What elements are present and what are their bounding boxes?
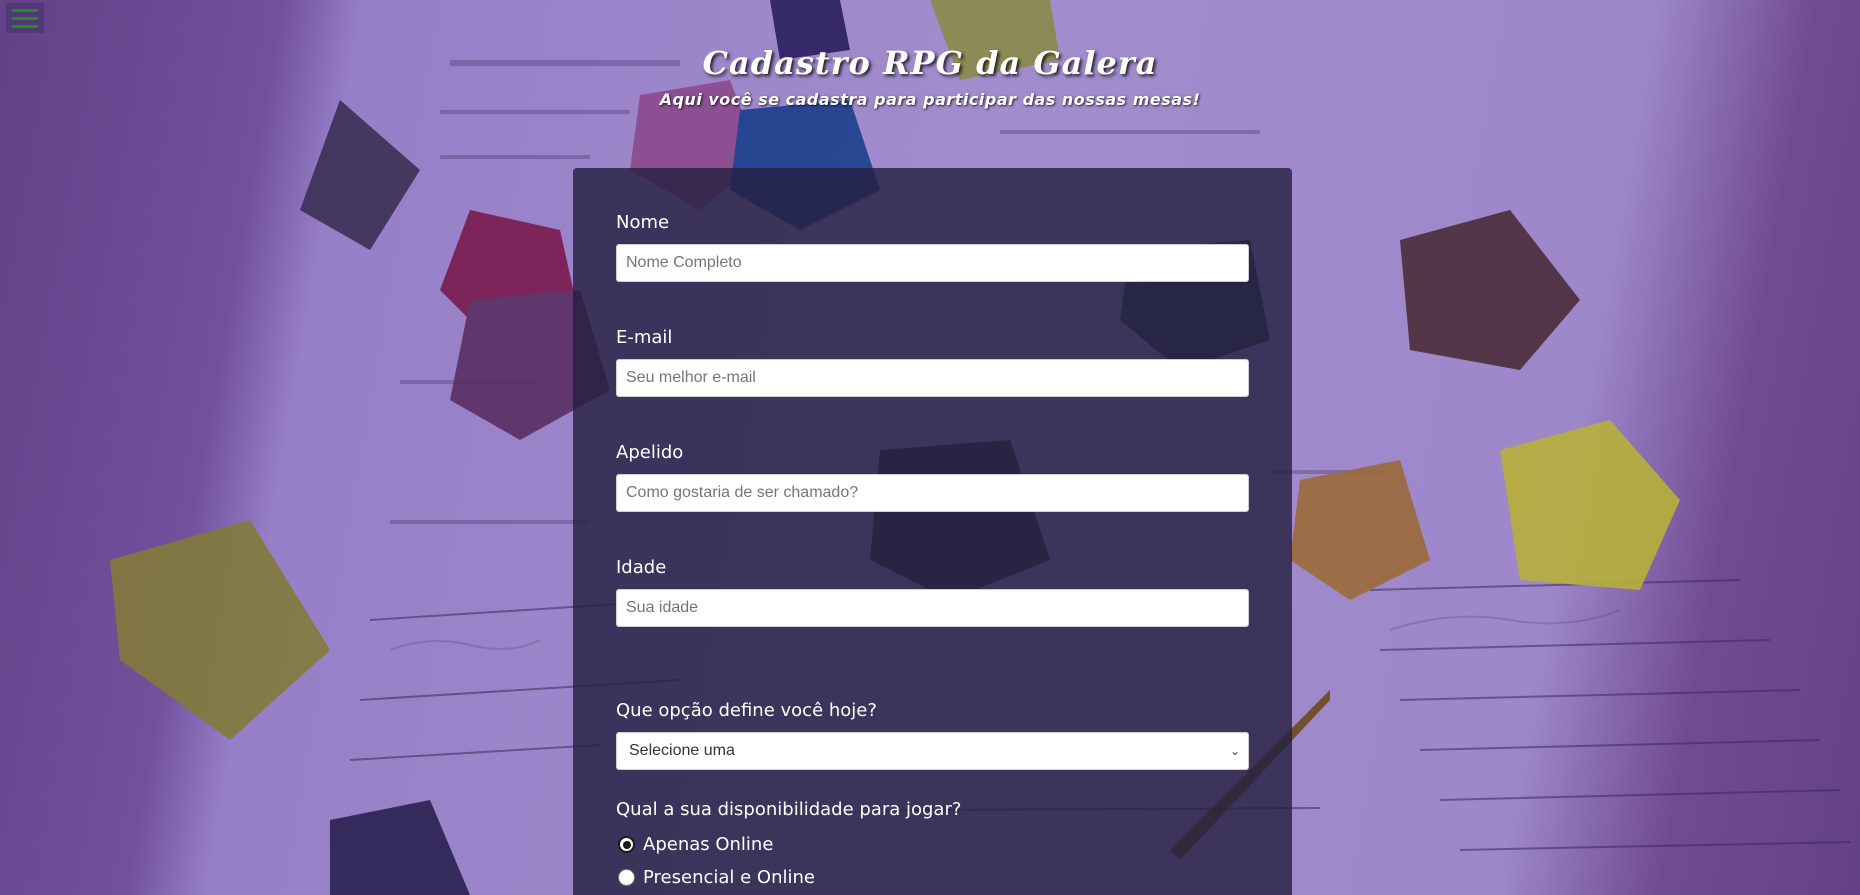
email-input[interactable] xyxy=(616,359,1249,397)
opcao-selected-value: Selecione uma xyxy=(629,742,735,759)
radio-option-presencial-online[interactable]: Presencial e Online xyxy=(616,867,815,888)
menu-bar xyxy=(12,17,38,20)
radio-label: Apenas Online xyxy=(643,834,774,855)
menu-bar xyxy=(12,25,38,28)
chevron-down-icon: ⌄ xyxy=(1229,744,1240,758)
radio-button-checked[interactable] xyxy=(618,836,635,853)
page-subtitle: Aqui você se cadastra para participar da… xyxy=(659,90,1201,109)
opcao-select[interactable]: Selecione uma ⌄ xyxy=(616,732,1249,770)
apelido-input[interactable] xyxy=(616,474,1249,512)
hamburger-menu-icon[interactable] xyxy=(6,3,44,33)
email-label: E-mail xyxy=(616,327,673,348)
registration-form: Nome E-mail Apelido Idade Que opção defi… xyxy=(573,168,1292,895)
idade-label: Idade xyxy=(616,557,667,578)
page-header: Cadastro RPG da Galera Aqui você se cada… xyxy=(0,44,1860,109)
menu-bar xyxy=(12,9,38,12)
radio-option-apenas-online[interactable]: Apenas Online xyxy=(616,834,773,855)
radio-label: Presencial e Online xyxy=(643,867,815,888)
disponibilidade-label: Qual a sua disponibilidade para jogar? xyxy=(616,799,962,820)
nome-input[interactable] xyxy=(616,244,1249,282)
opcao-label: Que opção define você hoje? xyxy=(616,700,877,721)
page-title: Cadastro RPG da Galera xyxy=(702,44,1158,82)
radio-button[interactable] xyxy=(618,869,635,886)
idade-input[interactable] xyxy=(616,589,1249,627)
apelido-label: Apelido xyxy=(616,442,684,463)
nome-label: Nome xyxy=(616,212,670,233)
